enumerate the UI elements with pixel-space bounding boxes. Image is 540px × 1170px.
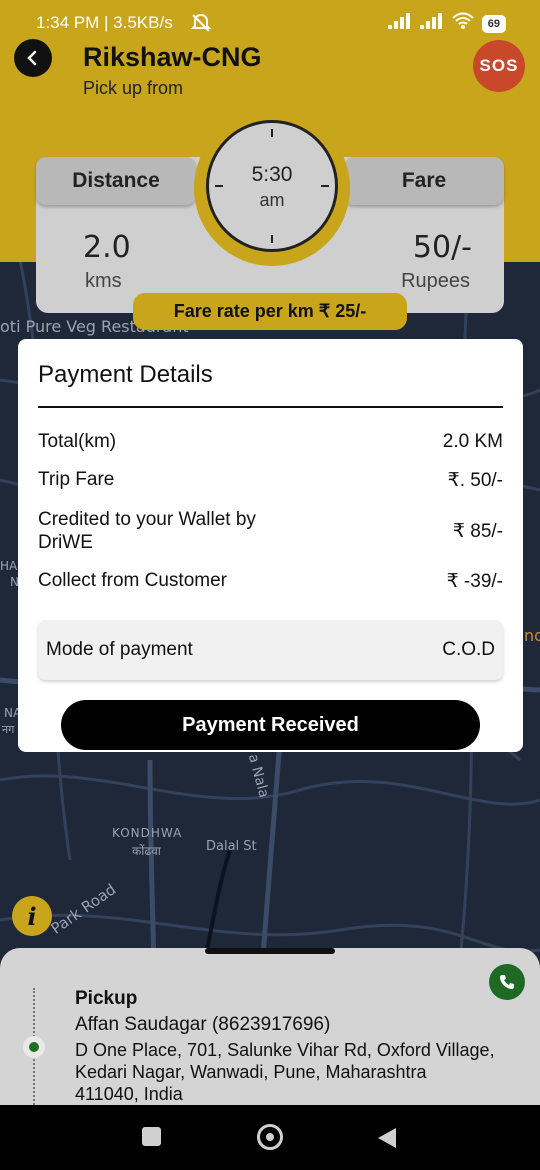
map-label-dalal-st: Dalal St (206, 839, 257, 854)
system-nav-bar (0, 1105, 540, 1170)
pickup-marker-dot (29, 1042, 39, 1052)
call-button[interactable] (489, 964, 525, 1000)
payment-received-button[interactable]: Payment Received (61, 700, 480, 750)
pickup-customer: Affan Saudagar (8623917696) (75, 1014, 331, 1035)
sheet-drag-handle[interactable] (205, 948, 335, 954)
pickup-address: D One Place, 701, Salunke Vihar Rd, Oxfo… (75, 1040, 495, 1104)
modal-title: Payment Details (38, 361, 213, 388)
fare-unit: Rupees (401, 270, 470, 292)
payment-mode-label: Mode of payment (46, 639, 193, 660)
payment-mode-value: C.O.D (442, 639, 495, 660)
distance-value: 2.0 (83, 230, 131, 265)
trip-fare-value: ₹. 50/- (447, 470, 503, 491)
payment-mode-box: Mode of payment C.O.D (38, 620, 503, 680)
pickup-title: Pickup (75, 988, 138, 1009)
fare-rate-badge: Fare rate per km ₹ 25/- (133, 293, 407, 330)
collect-label: Collect from Customer (38, 570, 227, 591)
total-km-value: 2.0 KM (442, 431, 503, 452)
wallet-credit-value: ₹ 85/- (452, 521, 503, 542)
back-triangle-icon[interactable] (376, 1126, 398, 1150)
distance-label: Distance (36, 157, 196, 205)
map-label-kondhwa: KONDHWA (112, 826, 183, 840)
fare-label: Fare (344, 157, 504, 205)
home-icon-dot (266, 1133, 274, 1141)
back-button[interactable] (14, 39, 52, 77)
clock-time: 5:30 (251, 163, 293, 186)
distance-unit: kms (85, 270, 122, 292)
map-label-edge: nd (524, 626, 540, 645)
battery-icon: 69 (481, 14, 506, 33)
total-km-label: Total(km) (38, 431, 117, 452)
map-label-ha: HA (0, 559, 18, 573)
map-label-nag: नग (2, 723, 15, 736)
home-icon[interactable] (257, 1124, 283, 1150)
clock-ampm: am (259, 190, 285, 210)
status-icons: 69 (387, 12, 506, 35)
wifi-icon (452, 12, 474, 35)
status-time: 1:34 PM | 3.5KB/s (36, 13, 173, 32)
fare-value: 50/- (412, 230, 472, 265)
pickup-sheet: Pickup Affan Saudagar (8623917696) D One… (0, 948, 540, 1108)
wallet-credit-label: Credited to your Wallet by DriWE (38, 509, 256, 553)
trip-fare-label: Trip Fare (38, 469, 115, 490)
signal-icon (419, 13, 444, 34)
payment-details-modal: Payment Details Total(km) 2.0 KM Trip Fa… (18, 339, 523, 752)
collect-value: ₹ -39/- (446, 571, 503, 592)
map-label-kondhwa-hindi: कोंढवा (132, 844, 161, 858)
page-subtitle: Pick up from (83, 78, 184, 98)
status-bar: 1:34 PM | 3.5KB/s 69 (0, 0, 540, 48)
phone-icon (500, 975, 514, 989)
recents-icon[interactable] (142, 1127, 161, 1146)
modal-divider (38, 406, 503, 408)
sos-button[interactable]: SOS (473, 40, 525, 92)
page-title: Rikshaw-CNG (83, 42, 262, 72)
back-arrow-icon (27, 50, 37, 66)
signal-icon (387, 13, 412, 34)
mute-icon (190, 12, 212, 39)
info-icon[interactable]: i (12, 896, 52, 936)
